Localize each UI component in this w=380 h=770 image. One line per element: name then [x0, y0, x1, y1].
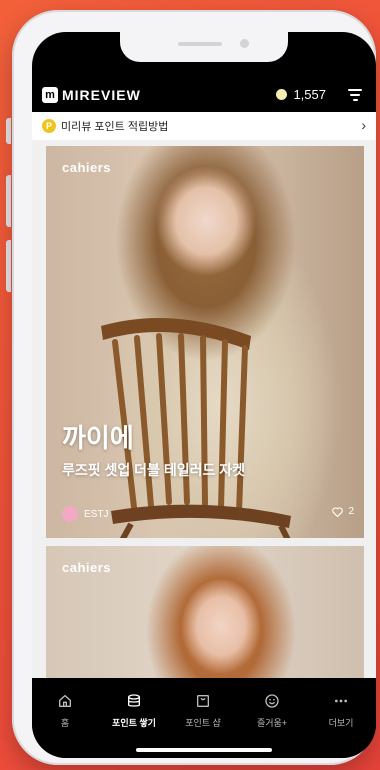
logo-text: MIREVIEW [62, 87, 141, 103]
tab-earn-points[interactable]: 포인트 쌓기 [101, 692, 167, 729]
phone-frame: m MIREVIEW 1,557 P 미리뷰 포인트 적립방법 › cahier… [12, 10, 376, 765]
heart-icon [332, 506, 344, 517]
chevron-right-icon: › [361, 117, 366, 133]
tab-home[interactable]: 홈 [32, 692, 98, 729]
phone-side-button [6, 118, 11, 144]
camera [240, 39, 249, 48]
coin-stack-icon [128, 694, 140, 707]
app-header: m MIREVIEW 1,557 [32, 78, 376, 112]
card-title: 까이에 [62, 423, 134, 453]
points-value: 1,557 [293, 87, 326, 102]
points-guide-banner[interactable]: P 미리뷰 포인트 적립방법 › [32, 112, 376, 140]
avatar [62, 506, 78, 522]
notch [120, 32, 288, 62]
card-subtitle: 루즈핏 셋업 더블 테일러드 자켓 [62, 462, 245, 478]
banner-text: 미리뷰 포인트 적립방법 [61, 121, 169, 133]
review-card[interactable]: cahiers 까이에 루즈핏 셋업 더블 테일러드 자켓 ESTJ 2 [46, 146, 364, 538]
speaker [178, 42, 222, 46]
point-coin-icon: P [42, 119, 56, 133]
home-indicator [136, 748, 272, 752]
like-count-value: 2 [348, 506, 354, 517]
shopping-bag-icon [197, 695, 209, 707]
brand-name: cahiers [62, 560, 112, 575]
coin-icon [276, 89, 288, 100]
tab-label: 즐거움+ [256, 718, 288, 728]
brand-name: cahiers [62, 160, 112, 175]
review-card[interactable]: cahiers [46, 546, 364, 678]
tab-label: 포인트 쌓기 [112, 718, 156, 728]
like-count[interactable]: 2 [332, 506, 354, 517]
phone-screen: m MIREVIEW 1,557 P 미리뷰 포인트 적립방법 › cahier… [32, 32, 376, 758]
filter-icon[interactable] [348, 89, 362, 101]
logo-mark: m [42, 87, 58, 103]
tab-more[interactable]: 더보기 [308, 692, 374, 729]
phone-volume-up [6, 175, 11, 227]
app-logo[interactable]: m MIREVIEW [42, 87, 141, 103]
smile-icon [265, 694, 279, 708]
points-balance[interactable]: 1,557 [276, 87, 326, 102]
review-feed: cahiers 까이에 루즈핏 셋업 더블 테일러드 자켓 ESTJ 2 cah… [32, 140, 376, 678]
tab-label: 홈 [60, 718, 70, 728]
phone-volume-down [6, 240, 11, 292]
home-icon [59, 695, 71, 707]
bottom-tab-bar: 홈 포인트 쌓기 포인트 샵 즐거움+ 더보기 [32, 678, 376, 758]
reviewer-name: ESTJ [84, 508, 109, 520]
more-icon [335, 699, 347, 703]
reviewer[interactable]: ESTJ [62, 506, 108, 522]
tab-fun[interactable]: 즐거움+ [239, 692, 305, 729]
tab-point-shop[interactable]: 포인트 샵 [170, 692, 236, 729]
tab-label: 포인트 샵 [185, 718, 221, 728]
tab-label: 더보기 [328, 718, 354, 728]
